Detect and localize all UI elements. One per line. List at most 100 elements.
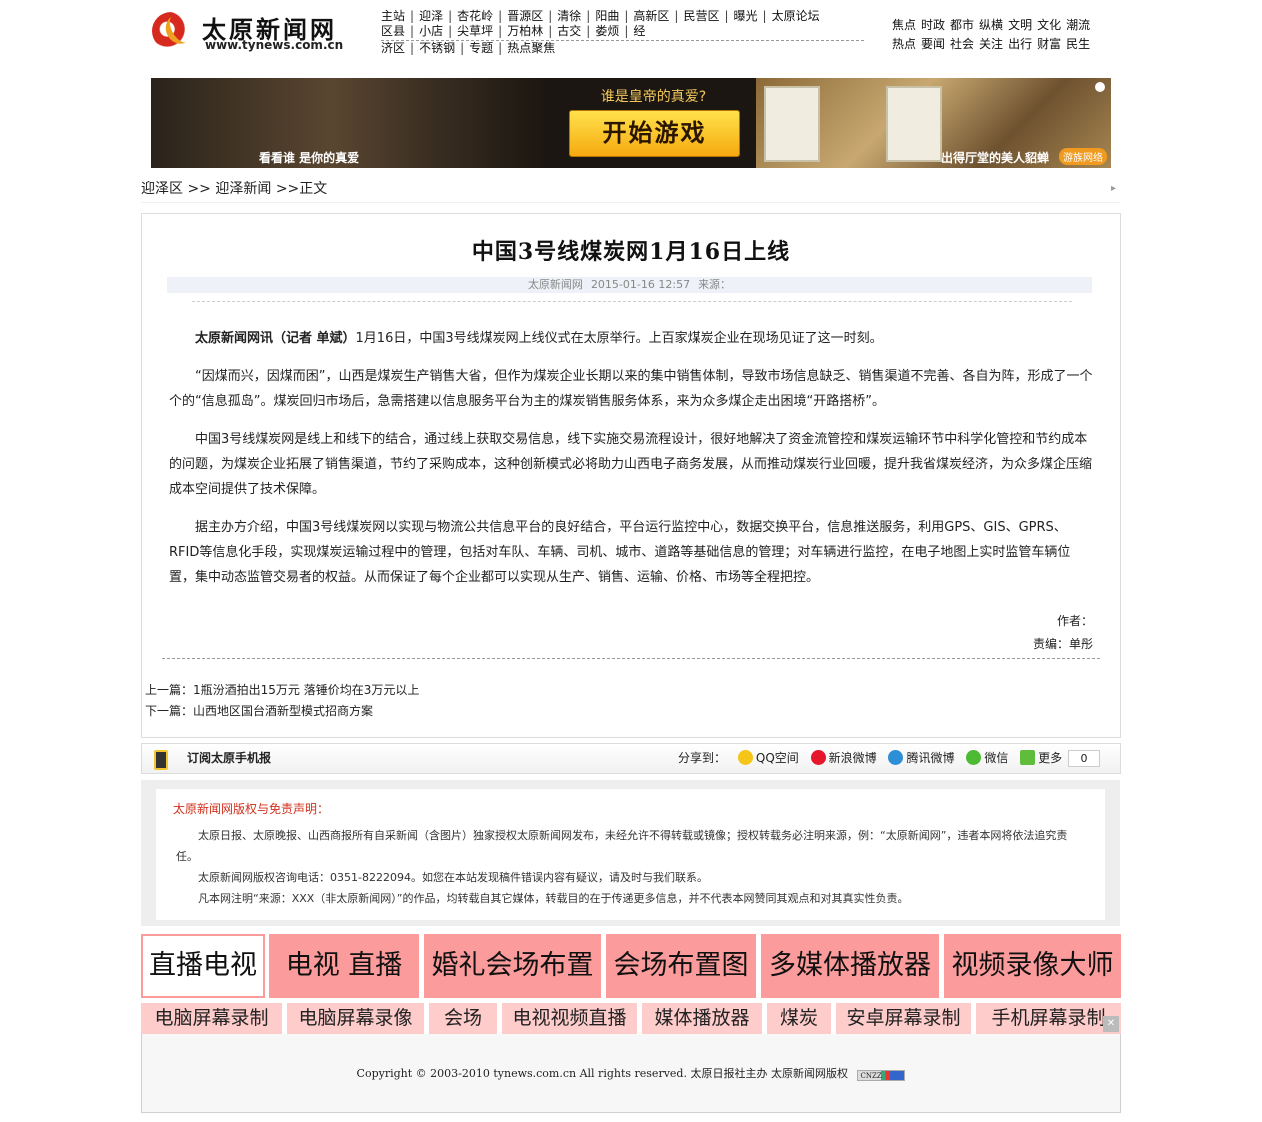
ad-keyword[interactable]: 手机屏幕录制: [976, 1003, 1121, 1034]
nav-link[interactable]: 区县: [381, 24, 405, 38]
ad-keyword[interactable]: 电脑屏幕录像: [287, 1003, 424, 1034]
ad-keyword[interactable]: 媒体播放器: [642, 1003, 762, 1034]
nav-link[interactable]: 古交: [557, 24, 581, 38]
nav-link[interactable]: 热点聚焦: [507, 41, 555, 55]
game-banner-ad[interactable]: 看看谁 是你的真爱 谁是皇帝的真爱? 开始游戏 出得厅堂的美人貂蝉 游族网络: [151, 78, 1111, 168]
nav-link[interactable]: 迎泽: [419, 9, 443, 23]
channel-link[interactable]: 纵横: [979, 18, 1003, 32]
ad-keyword[interactable]: 电视 直播: [269, 934, 419, 998]
channel-link[interactable]: 出行: [1008, 37, 1032, 51]
disclaimer-heading: 太原新闻网版权与免责声明：: [173, 802, 330, 816]
nav-link[interactable]: 小店: [419, 24, 443, 38]
ad-keyword[interactable]: 会场布置图: [606, 934, 756, 998]
nav-link[interactable]: 不锈钢: [419, 41, 455, 55]
nav-link[interactable]: 万柏林: [507, 24, 543, 38]
article-from-label: 来源：: [698, 278, 732, 291]
prev-article-link[interactable]: 1瓶汾酒拍出15万元 落锤价均在3万元以上: [193, 683, 419, 697]
channel-link[interactable]: 文明: [1008, 18, 1032, 32]
paw-icon: [1095, 82, 1105, 92]
ad-keyword[interactable]: 多媒体播放器: [761, 934, 939, 998]
share-target-label: 微信: [984, 751, 1009, 765]
nav-link[interactable]: 尖草坪: [457, 24, 493, 38]
nav-link[interactable]: 娄烦: [595, 24, 619, 38]
wechat-icon: [966, 750, 982, 765]
ad-keyword[interactable]: 会场: [429, 1003, 497, 1034]
article-lead: 太原新闻网讯（记者 单斌）: [195, 331, 356, 346]
footer-host: 太原日报社主办: [690, 1067, 768, 1080]
ad-keyword[interactable]: 煤炭: [767, 1003, 831, 1034]
breadcrumb-section[interactable]: 迎泽区: [141, 181, 183, 197]
share-target-label: QQ空间: [755, 751, 799, 765]
chevron-right-icon: ▸: [1110, 183, 1116, 194]
site-logo[interactable]: 太原新闻网 www.tynews.com.cn: [150, 8, 370, 56]
channel-nav-row-1: 焦点 时政 都市 纵横 文明 文化 潮流: [892, 16, 1102, 35]
share-label: 分享到：: [678, 751, 727, 765]
share-qzone-button[interactable]: QQ空间: [737, 750, 799, 765]
breadcrumb-current: 正文: [299, 181, 328, 197]
next-article-link[interactable]: 山西地区国台酒新型模式招商方案: [193, 704, 373, 718]
next-label: 下一篇：: [145, 704, 194, 718]
ad-keyword[interactable]: 婚礼会场布置: [424, 934, 601, 998]
banner-right-caption: 出得厅堂的美人貂蝉: [940, 151, 1049, 165]
share-tencent-weibo-button[interactable]: 腾讯微博: [888, 750, 954, 765]
author-label: 作者：: [1056, 614, 1093, 628]
banner-cards-image: 出得厅堂的美人貂蝉 游族网络: [756, 78, 1111, 168]
ad-keyword[interactable]: 电视视频直播: [502, 1003, 637, 1034]
nav-link[interactable]: 杏花岭: [457, 9, 493, 23]
channel-link[interactable]: 财富: [1037, 37, 1061, 51]
nav-link[interactable]: 济区: [381, 41, 405, 55]
channel-link[interactable]: 民生: [1066, 37, 1090, 51]
disclaimer-box: 太原新闻网版权与免责声明： 太原日报、太原晚报、山西商报所有自采新闻（含图片）独…: [156, 789, 1105, 920]
prev-next-links: 上一篇：1瓶汾酒拍出15万元 落锤价均在3万元以上 下一篇：山西地区国台酒新型模…: [145, 680, 419, 722]
nav-link[interactable]: 清徐: [557, 9, 581, 23]
stats-badge[interactable]: CNZZ: [857, 1070, 906, 1081]
channel-nav: 焦点 时政 都市 纵横 文明 文化 潮流 热点 要闻 社会 关注 出行 财富 民生: [892, 16, 1102, 54]
article-panel: 中国3号线煤炭网1月16日上线 太原新闻网 2015-01-16 12:57 来源：…: [141, 213, 1121, 738]
channel-link[interactable]: 关注: [979, 37, 1003, 51]
share-target-label: 更多: [1038, 751, 1063, 765]
ad-keyword[interactable]: 直播电视: [141, 934, 265, 998]
article-title: 中国3号线煤炭网1月16日上线: [471, 239, 791, 265]
nav-link[interactable]: 晋源区: [507, 9, 543, 23]
prev-label: 上一篇：: [145, 683, 194, 697]
ad-keyword[interactable]: 视频录像大师: [944, 934, 1121, 998]
channel-link[interactable]: 文化: [1037, 18, 1061, 32]
article-paragraph: 中国3号线煤炭网是线上和线下的结合，通过线上获取交易信息，线下实施交易流程设计，…: [169, 432, 1093, 497]
nav-link[interactable]: 曝光: [734, 9, 758, 23]
meta-divider: [192, 301, 1072, 302]
disclaimer-line: 太原日报、太原晚报、山西商报所有自采新闻（含图片）独家授权太原新闻网发布，未经允…: [176, 829, 1068, 863]
channel-link[interactable]: 潮流: [1066, 18, 1090, 32]
editor-label: 责编：: [1032, 637, 1069, 651]
card-image: [764, 86, 820, 162]
nav-link[interactable]: 阳曲: [595, 9, 619, 23]
share-more-button[interactable]: 更多: [1020, 750, 1063, 765]
channel-link[interactable]: 焦点: [892, 18, 916, 32]
paragraph-text: 1月16日，中国3号线煤炭网上线仪式在太原举行。上百家煤炭企业在现场见证了这一时…: [355, 331, 883, 346]
page-footer: Copyright © 2003-2010 tynews.com.cn All …: [141, 1034, 1121, 1113]
channel-link[interactable]: 社会: [950, 37, 974, 51]
channel-link[interactable]: 都市: [950, 18, 974, 32]
nav-link[interactable]: 太原论坛: [772, 9, 820, 23]
nav-link[interactable]: 高新区: [633, 9, 669, 23]
nav-link[interactable]: 专题: [469, 41, 493, 55]
nav-link[interactable]: 主站: [381, 9, 405, 23]
channel-link[interactable]: 要闻: [921, 37, 945, 51]
breadcrumb-separator: >>: [183, 181, 216, 197]
ad-keyword[interactable]: 安卓屏幕录制: [836, 1003, 971, 1034]
article-meta: 太原新闻网 2015-01-16 12:57 来源：: [167, 277, 1092, 293]
nav-link[interactable]: 经: [633, 24, 645, 38]
channel-link[interactable]: 热点: [892, 37, 916, 51]
next-article: 下一篇：山西地区国台酒新型模式招商方案: [145, 701, 419, 722]
nav-link[interactable]: 民营区: [683, 9, 719, 23]
channel-link[interactable]: 时政: [921, 18, 945, 32]
article-source: 太原新闻网: [527, 278, 583, 291]
top-nav: 主站 | 迎泽 | 杏花岭 | 晋源区 | 清徐 | 阳曲 | 高新区 | 民营区 | 曝光 | 太原论坛 区县 | 小…: [381, 9, 864, 56]
breadcrumb-channel[interactable]: 迎泽新闻: [215, 181, 271, 197]
share-weibo-button[interactable]: 新浪微博: [810, 750, 877, 765]
ad-close-icon[interactable]: ✕: [1103, 1016, 1119, 1032]
ad-keyword[interactable]: 电脑屏幕录制: [141, 1003, 282, 1034]
share-wechat-button[interactable]: 微信: [966, 750, 1009, 765]
logo-mark-icon: [152, 12, 190, 50]
subscribe-mobile-link[interactable]: 订阅太原手机报: [187, 744, 271, 773]
start-game-button[interactable]: 开始游戏: [569, 110, 740, 157]
